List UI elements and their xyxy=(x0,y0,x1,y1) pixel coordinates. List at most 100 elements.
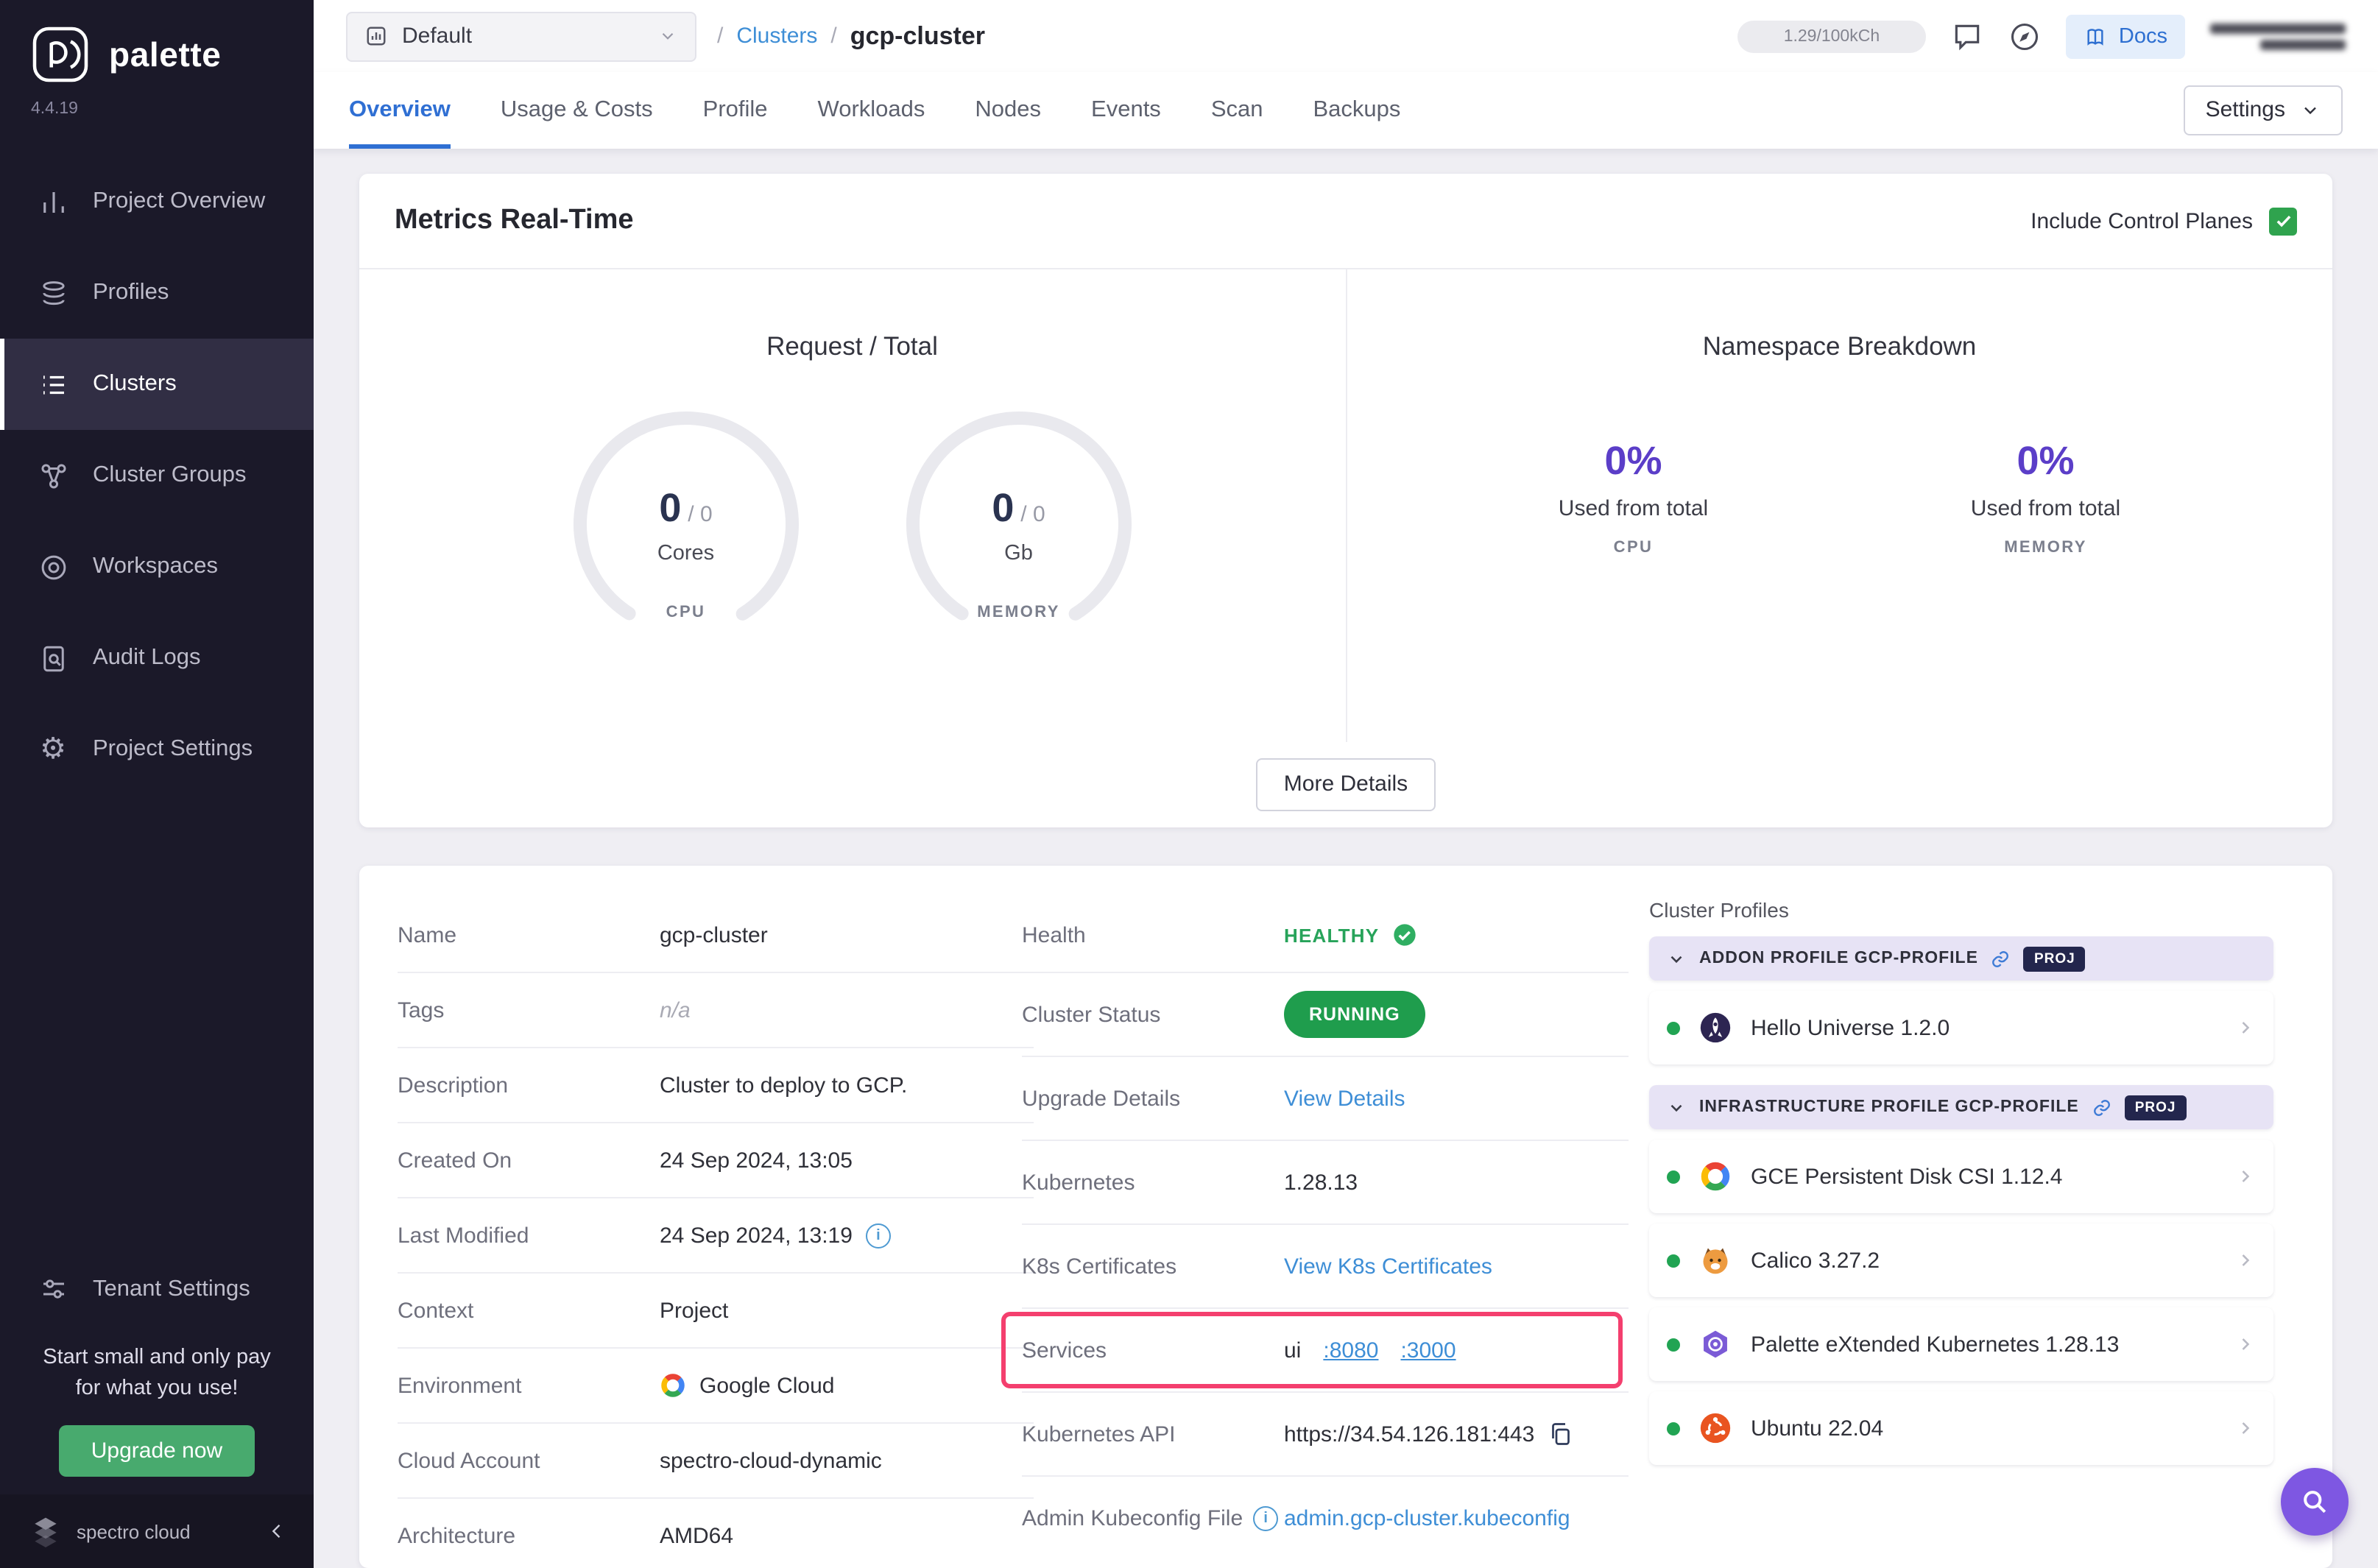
memory-gauge: 0 / 0 Gb MEMORY xyxy=(901,406,1137,642)
include-control-planes-checkbox[interactable] xyxy=(2269,207,2297,235)
memory-percent: 0% xyxy=(2017,439,2075,483)
top-bar-right: 1.29/100kCh Docs xyxy=(1737,14,2346,58)
created-on-row: Created On 24 Sep 2024, 13:05 xyxy=(398,1123,1034,1198)
health-row: Health HEALTHY xyxy=(1022,898,1629,973)
chevron-right-icon xyxy=(2235,1418,2256,1438)
cpu-gauge-total: / 0 xyxy=(688,502,713,527)
metrics-realtime-card: Metrics Real-Time Include Control Planes… xyxy=(359,174,2332,827)
promo-line-1: Start small and only pay xyxy=(43,1345,271,1369)
cpu-gauge-value: 0 xyxy=(659,486,682,530)
service-name: ui xyxy=(1284,1338,1302,1363)
memory-gauge-unit: Gb xyxy=(1004,542,1033,565)
profile-item-hello-universe[interactable]: Hello Universe 1.2.0 xyxy=(1649,991,2273,1064)
more-details-button[interactable]: More Details xyxy=(1255,757,1436,812)
sidebar-item-project-settings[interactable]: ⚙ Project Settings xyxy=(0,704,314,795)
docs-button-label: Docs xyxy=(2118,24,2167,48)
copy-icon[interactable] xyxy=(1548,1421,1574,1447)
tab-overview[interactable]: Overview xyxy=(349,72,451,149)
services-row: Services ui :8080 :3000 xyxy=(1001,1309,1629,1393)
breadcrumb-clusters-link[interactable]: Clusters xyxy=(736,24,817,49)
link-icon xyxy=(2092,1098,2111,1117)
sliders-icon xyxy=(37,1274,69,1306)
sidebar-item-label: Cluster Groups xyxy=(93,462,247,487)
info-icon[interactable]: i xyxy=(1253,1505,1279,1530)
namespace-memory-stat: 0% Used from total MEMORY xyxy=(1921,439,2171,557)
tab-events[interactable]: Events xyxy=(1091,72,1161,149)
docs-button[interactable]: Docs xyxy=(2065,14,2185,58)
help-compass-icon[interactable] xyxy=(2008,20,2041,52)
view-k8s-certificates-link[interactable]: View K8s Certificates xyxy=(1284,1254,1492,1279)
settings-button[interactable]: Settings xyxy=(2183,85,2343,136)
sidebar-item-cluster-groups[interactable]: Cluster Groups xyxy=(0,430,314,521)
cpu-gauge-unit: Cores xyxy=(657,542,715,565)
bar-chart-icon xyxy=(37,186,69,218)
sidebar-item-workspaces[interactable]: Workspaces xyxy=(0,521,314,612)
cluster-info-column: Name gcp-cluster Tags n/a Description Cl… xyxy=(398,898,1034,1568)
profile-item-palette-extended-kubernetes[interactable]: Palette eXtended Kubernetes 1.28.13 xyxy=(1649,1307,2273,1381)
view-details-link[interactable]: View Details xyxy=(1284,1086,1405,1111)
chevron-down-icon xyxy=(1667,949,1686,968)
tab-profile[interactable]: Profile xyxy=(703,72,768,149)
support-search-fab[interactable] xyxy=(2281,1468,2349,1536)
project-selector[interactable]: Default xyxy=(346,11,696,61)
environment-row: Environment Google Cloud xyxy=(398,1349,1034,1424)
upgrade-now-button[interactable]: Upgrade now xyxy=(58,1425,255,1477)
last-modified-row: Last Modified 24 Sep 2024, 13:19 i xyxy=(398,1198,1034,1274)
settings-button-label: Settings xyxy=(2205,96,2285,122)
service-port-3000-link[interactable]: :3000 xyxy=(1400,1338,1456,1363)
sidebar-item-project-overview[interactable]: Project Overview xyxy=(0,156,314,247)
content-area: Metrics Real-Time Include Control Planes… xyxy=(314,149,2378,1568)
cluster-status-row: Cluster Status RUNNING xyxy=(1022,973,1629,1057)
running-status-badge: RUNNING xyxy=(1284,991,1425,1038)
sidebar-item-audit-logs[interactable]: Audit Logs xyxy=(0,612,314,704)
chevron-right-icon xyxy=(2235,1334,2256,1355)
tab-backups[interactable]: Backups xyxy=(1313,72,1401,149)
tags-row: Tags n/a xyxy=(398,973,1034,1048)
memory-metric-label: MEMORY xyxy=(2004,539,2087,557)
memory-gauge-total: / 0 xyxy=(1020,502,1045,527)
palette-logo: palette xyxy=(0,0,314,88)
sidebar-item-clusters[interactable]: Clusters xyxy=(0,339,314,430)
sidebar-nav: Project Overview Profiles Clusters Clust… xyxy=(0,156,314,795)
hello-universe-icon xyxy=(1698,1010,1733,1045)
sidebar-item-tenant-settings[interactable]: Tenant Settings xyxy=(0,1249,314,1331)
link-icon xyxy=(1991,949,2011,968)
service-port-8080-link[interactable]: :8080 xyxy=(1323,1338,1378,1363)
upgrade-details-row: Upgrade Details View Details xyxy=(1022,1057,1629,1141)
profile-item-gce-csi[interactable]: GCE Persistent Disk CSI 1.12.4 xyxy=(1649,1140,2273,1213)
breadcrumb-current: gcp-cluster xyxy=(850,21,985,49)
spectro-cloud-label: spectro cloud xyxy=(77,1520,191,1542)
infrastructure-profile-group: INFRASTRUCTURE PROFILE GCP-PROFILE PROJ xyxy=(1649,1085,2273,1465)
kubernetes-api-url: https://34.54.126.181:443 xyxy=(1284,1422,1535,1447)
layers-icon xyxy=(37,277,69,309)
addon-profile-header[interactable]: ADDON PROFILE GCP-PROFILE PROJ xyxy=(1649,936,2273,981)
cluster-details-card: Name gcp-cluster Tags n/a Description Cl… xyxy=(359,866,2332,1568)
tab-usage-costs[interactable]: Usage & Costs xyxy=(501,72,653,149)
kubeconfig-download-link[interactable]: admin.gcp-cluster.kubeconfig xyxy=(1284,1505,1570,1530)
ubuntu-icon xyxy=(1698,1410,1733,1446)
status-dot-green xyxy=(1667,1021,1680,1034)
cluster-status-column: Health HEALTHY Cluster Status RUNNING Up… xyxy=(1001,898,1629,1559)
profile-item-ubuntu[interactable]: Ubuntu 22.04 xyxy=(1649,1391,2273,1465)
app-version: 4.4.19 xyxy=(31,100,78,118)
infrastructure-profile-header[interactable]: INFRASTRUCTURE PROFILE GCP-PROFILE PROJ xyxy=(1649,1085,2273,1129)
tab-nodes[interactable]: Nodes xyxy=(975,72,1041,149)
tab-workloads[interactable]: Workloads xyxy=(818,72,925,149)
health-status: HEALTHY xyxy=(1284,924,1380,946)
chat-icon[interactable] xyxy=(1951,20,1983,52)
info-icon[interactable]: i xyxy=(865,1223,891,1248)
app-root: palette 4.4.19 Project Overview Profiles xyxy=(0,0,2378,1568)
upgrade-promo: Start small and only pay for what you us… xyxy=(0,1331,314,1494)
profile-item-calico[interactable]: Calico 3.27.2 xyxy=(1649,1223,2273,1297)
include-control-planes-label: Include Control Planes xyxy=(2031,208,2253,233)
project-chart-icon xyxy=(365,25,387,47)
cluster-tabs: Overview Usage & Costs Profile Workloads… xyxy=(349,72,1400,149)
cpu-caption: Used from total xyxy=(1558,496,1709,521)
tab-scan[interactable]: Scan xyxy=(1211,72,1263,149)
user-menu-redacted[interactable] xyxy=(2210,23,2346,49)
request-total-title: Request / Total xyxy=(766,331,938,361)
status-dot-green xyxy=(1667,1338,1680,1351)
sidebar: palette 4.4.19 Project Overview Profiles xyxy=(0,0,314,1568)
sidebar-item-profiles[interactable]: Profiles xyxy=(0,247,314,339)
sidebar-collapse-button[interactable] xyxy=(267,1521,287,1541)
